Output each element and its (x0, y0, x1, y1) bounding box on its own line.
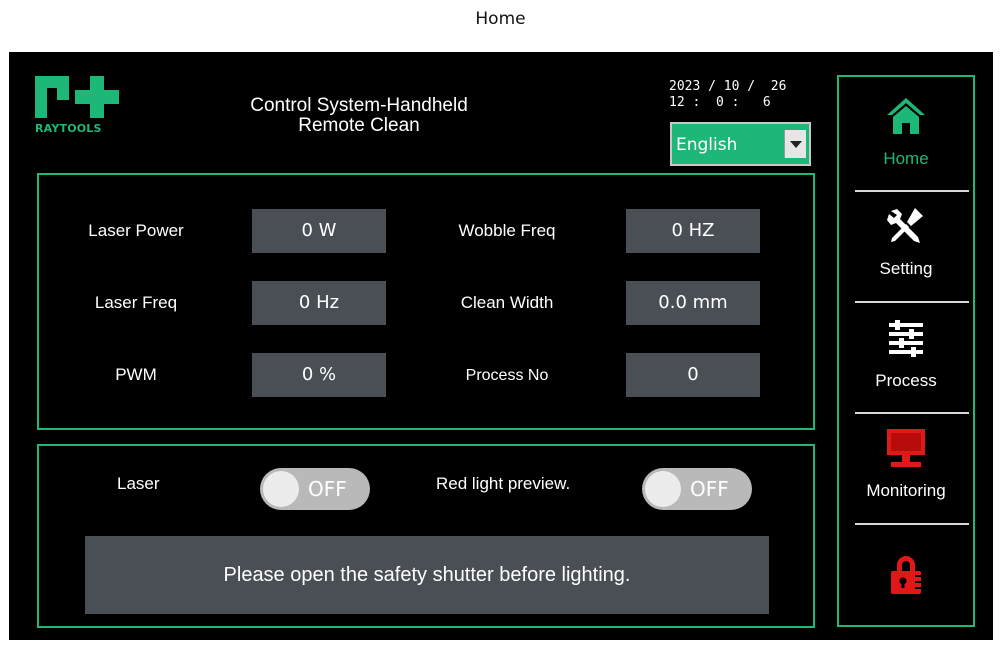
laser-power-value[interactable]: 0 W (252, 209, 386, 253)
chevron-down-icon[interactable] (784, 130, 806, 158)
nav-divider (855, 523, 969, 525)
language-value: English (676, 135, 738, 155)
lock-icon (891, 556, 923, 594)
monitor-icon (887, 429, 925, 467)
title-line-1: Control System-Handheld (250, 95, 468, 116)
wobble-freq-value[interactable]: 0 HZ (626, 209, 760, 253)
sidebar-nav: Home Setting Process Monitoring (837, 75, 975, 627)
tools-icon (887, 208, 923, 243)
nav-item-home[interactable]: Home (839, 95, 973, 191)
wobble-freq-label: Wobble Freq (458, 221, 556, 240)
datetime: 2023 / 10 / 26 12 : 0 : 6 (669, 79, 786, 111)
nav-item-setting[interactable]: Setting (839, 205, 973, 301)
laser-freq-label: Laser Freq (94, 293, 178, 312)
page-title: Control System-Handheld Remote Clean (189, 96, 529, 136)
laser-label: Laser (117, 474, 160, 493)
red-light-preview-toggle[interactable]: OFF (642, 468, 752, 510)
clean-width-label: Clean Width (460, 293, 554, 312)
pwm-value[interactable]: 0 % (252, 353, 386, 397)
laser-toggle-knob (263, 471, 299, 507)
nav-label-home: Home (883, 149, 929, 168)
language-select[interactable]: English (670, 122, 811, 166)
raytools-logo: RAYTOOLS (35, 76, 135, 146)
title-line-2: Remote Clean (298, 115, 420, 136)
nav-item-lock[interactable] (839, 553, 973, 603)
hmi-screen: RAYTOOLS Control System-Handheld Remote … (9, 52, 993, 640)
process-no-label: Process No (465, 367, 549, 384)
safety-notice: Please open the safety shutter before li… (85, 536, 769, 614)
nav-item-process[interactable]: Process (839, 317, 973, 413)
home-icon (887, 98, 925, 134)
nav-label-monitoring: Monitoring (866, 481, 946, 500)
controls-panel: Laser OFF Red light preview. OFF Please … (37, 444, 815, 628)
page-caption: Home (475, 9, 526, 29)
sliders-icon (889, 320, 923, 357)
red-light-toggle-knob (645, 471, 681, 507)
nav-item-monitoring[interactable]: Monitoring (839, 427, 973, 523)
laser-toggle[interactable]: OFF (260, 468, 370, 510)
date-readout: 2023 / 10 / 26 (669, 79, 787, 94)
clean-width-value[interactable]: 0.0 mm (626, 281, 760, 325)
laser-toggle-state: OFF (308, 477, 347, 501)
laser-freq-value[interactable]: 0 Hz (252, 281, 386, 325)
raytools-logo-mark (35, 76, 119, 118)
nav-label-setting: Setting (879, 259, 933, 278)
time-readout: 12 : 0 : 6 (669, 95, 771, 110)
brand-name: RAYTOOLS (35, 122, 102, 135)
nav-divider (855, 412, 969, 414)
red-light-preview-label: Red light preview. (436, 474, 571, 493)
parameters-panel: Laser Power 0 W Laser Freq 0 Hz PWM 0 % … (37, 173, 815, 430)
nav-divider (855, 190, 969, 192)
nav-label-process: Process (875, 371, 937, 390)
pwm-label: PWM (115, 365, 157, 384)
laser-power-label: Laser Power (88, 221, 184, 240)
red-light-toggle-state: OFF (690, 477, 729, 501)
nav-divider (855, 301, 969, 303)
process-no-value[interactable]: 0 (626, 353, 760, 397)
